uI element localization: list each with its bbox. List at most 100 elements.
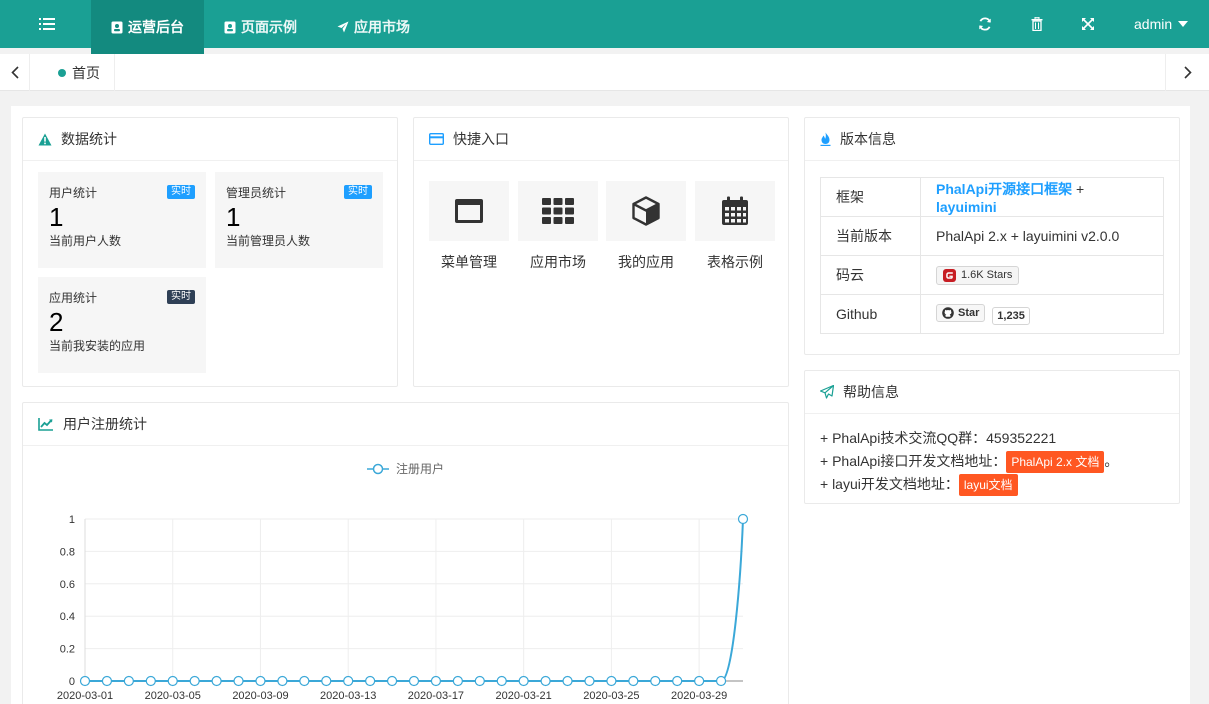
help-phalapi-line: + PhalApi接口开发文档地址： PhalApi 2.x 文档。	[820, 450, 1118, 473]
data-point	[496, 675, 507, 687]
tab-home[interactable]: 首页	[44, 54, 115, 91]
gitee-stars-text: 1.6K Stars	[961, 269, 1013, 281]
help-card: 帮助信息 + PhalApi技术交流QQ群：459352221 + PhalAp…	[804, 370, 1180, 504]
paper-plane-icon	[820, 385, 834, 399]
stats-card: 数据统计 用户统计 实时 1 当前用户人数 管理员统计 实时 1 当前管理员人数…	[22, 117, 398, 387]
tab-scroll-right-button[interactable]	[1165, 54, 1209, 91]
layuimini-link[interactable]: layuimini	[936, 199, 997, 215]
data-point	[343, 675, 354, 687]
trash-icon[interactable]	[1029, 16, 1045, 32]
nav-item-ops[interactable]: 运营后台	[91, 0, 204, 54]
phalapi-docs-link[interactable]: PhalApi 2.x 文档	[1006, 451, 1105, 473]
data-point	[518, 675, 529, 687]
table-row: 框架 PhalApi开源接口框架 + layuimini	[820, 177, 1164, 217]
gitee-stars-badge[interactable]: 1.6K Stars	[936, 265, 1020, 285]
realtime-badge: 实时	[167, 290, 195, 304]
card-header: 版本信息	[805, 118, 1179, 161]
data-point	[628, 675, 639, 687]
data-point	[672, 675, 683, 687]
stat-value: 1	[226, 202, 241, 232]
y-tick-label: 0	[69, 676, 75, 688]
data-point	[211, 675, 222, 687]
user-menu[interactable]: admin	[1134, 0, 1189, 48]
main-content: 数据统计 用户统计 实时 1 当前用户人数 管理员统计 实时 1 当前管理员人数…	[11, 106, 1190, 704]
stat-users: 用户统计 实时 1 当前用户人数	[38, 172, 206, 268]
quick-item-label: 我的应用	[618, 254, 674, 270]
contacts-icon	[111, 21, 123, 33]
chevron-left-icon	[10, 66, 19, 79]
data-point	[255, 675, 266, 687]
github-logo-icon	[942, 306, 954, 319]
x-tick-label: 2020-03-29	[671, 690, 727, 702]
legend-marker	[372, 463, 384, 475]
quick-item-table[interactable]: 表格示例	[695, 181, 775, 272]
card-header: 数据统计	[23, 118, 397, 161]
fullscreen-icon[interactable]	[1080, 16, 1096, 32]
stat-desc: 当前管理员人数	[226, 234, 311, 248]
data-point	[715, 675, 727, 687]
data-point	[386, 675, 398, 687]
quick-item-my-apps[interactable]: 我的应用	[606, 181, 686, 272]
quick-item-label: 应用市场	[530, 254, 586, 270]
x-tick-label: 2020-03-01	[57, 690, 113, 702]
help-phalapi-prefix: + PhalApi接口开发文档地址：	[820, 453, 1007, 469]
github-star-count[interactable]: 1,235	[992, 306, 1030, 325]
quick-item-market[interactable]: 应用市场	[518, 181, 598, 272]
data-point	[737, 513, 749, 525]
y-tick-label: 1	[69, 514, 75, 526]
version-key: 码云	[820, 255, 921, 295]
data-point	[79, 675, 91, 687]
version-key: 框架	[820, 177, 921, 217]
github-star-label: Star	[958, 306, 980, 319]
data-point	[167, 675, 178, 687]
data-point	[474, 675, 485, 687]
version-value: PhalApi 2.x + layuimini v2.0.0	[920, 216, 1164, 256]
card-title: 版本信息	[840, 131, 896, 147]
window-icon	[455, 199, 483, 223]
quick-entry-card: 快捷入口 菜单管理 应用市场 我的应用 表格示例	[413, 117, 789, 387]
quick-item-menu[interactable]: 菜单管理	[429, 181, 509, 272]
plus-text: +	[1076, 181, 1085, 197]
stat-desc: 当前我安装的应用	[49, 339, 146, 353]
data-point	[694, 675, 705, 687]
data-point	[299, 675, 310, 687]
y-tick-label: 0.8	[60, 546, 75, 558]
nav-item-pages[interactable]: 页面示例	[224, 0, 297, 54]
phalapi-link[interactable]: PhalApi开源接口框架	[936, 181, 1072, 197]
menu-toggle-icon[interactable]	[30, 14, 64, 34]
user-register-chart-card: 用户注册统计 注册用户 0 0.2 0.4 0.6 0.8 1 2020-03-01 2020-…	[22, 402, 789, 704]
card-title: 数据统计	[61, 131, 117, 147]
data-point	[123, 675, 134, 687]
realtime-badge: 实时	[344, 185, 372, 199]
data-point	[365, 675, 376, 687]
stat-apps: 应用统计 实时 2 当前我安装的应用	[38, 277, 206, 373]
chevron-down-icon	[1178, 21, 1189, 27]
data-point	[540, 675, 551, 687]
nav-item-label: 页面示例	[241, 19, 297, 35]
y-tick-label: 0.6	[60, 579, 75, 591]
help-layui-line: + layui开发文档地址： layui文档	[820, 473, 1118, 496]
refresh-icon[interactable]	[977, 16, 993, 32]
help-layui-prefix: + layui开发文档地址：	[820, 476, 959, 492]
layui-docs-link[interactable]: layui文档	[958, 474, 1018, 496]
series-line	[85, 518, 744, 682]
github-star-button[interactable]: Star	[936, 303, 986, 322]
tab-scroll-left-button[interactable]	[0, 54, 30, 91]
stat-admins: 管理员统计 实时 1 当前管理员人数	[215, 172, 383, 268]
data-point	[650, 675, 661, 687]
data-point	[584, 675, 595, 687]
user-name: admin	[1134, 16, 1173, 32]
version-value: 1.6K Stars	[920, 255, 1164, 295]
data-point	[233, 675, 244, 687]
cube-icon	[632, 196, 660, 226]
table-row: 当前版本 PhalApi 2.x + layuimini v2.0.0	[820, 216, 1164, 256]
data-point	[321, 675, 332, 687]
version-value: Star 1,235	[920, 294, 1164, 334]
nav-item-label: 运营后台	[128, 19, 184, 35]
y-tick-label: 0.2	[60, 644, 75, 656]
stat-value: 1	[49, 202, 64, 232]
nav-item-market[interactable]: 应用市场	[337, 0, 410, 54]
credit-card-icon	[429, 133, 444, 145]
data-point	[562, 675, 573, 687]
data-point	[430, 675, 442, 687]
